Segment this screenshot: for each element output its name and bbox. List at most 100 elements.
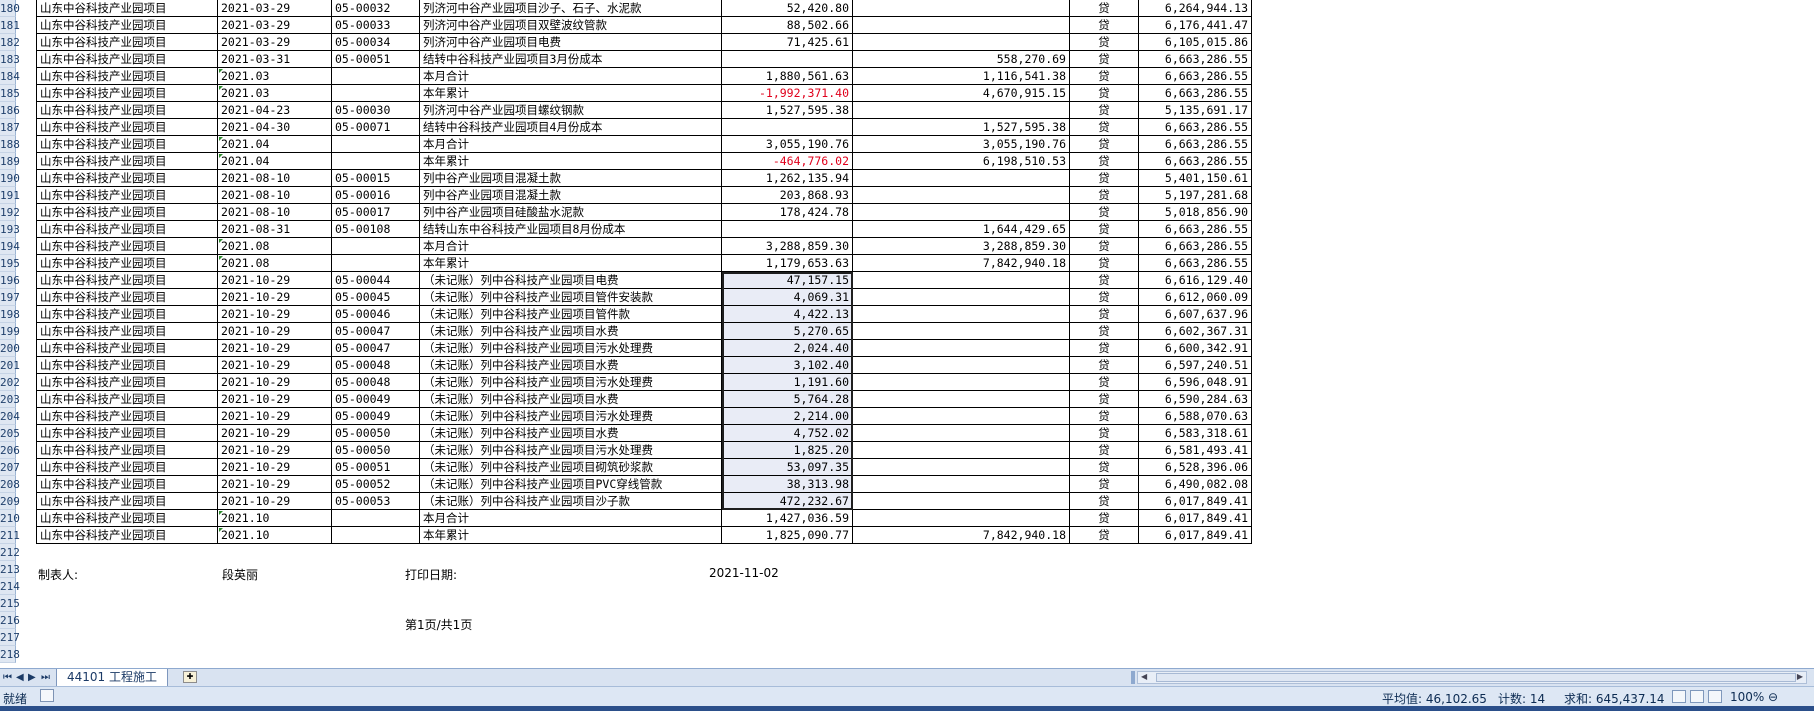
direction-cell[interactable]: 贷 — [1070, 17, 1139, 34]
macro-record-icon[interactable] — [40, 689, 54, 702]
balance-cell[interactable]: 6,663,286.55 — [1139, 85, 1252, 102]
entity-cell[interactable]: 山东中谷科技产业园项目 — [36, 510, 218, 527]
credit-cell[interactable] — [853, 323, 1070, 340]
credit-cell[interactable] — [853, 187, 1070, 204]
debit-cell[interactable]: -1,992,371.40 — [722, 85, 853, 102]
credit-cell[interactable]: 6,198,510.53 — [853, 153, 1070, 170]
row-header[interactable]: 217 — [0, 629, 20, 646]
debit-cell[interactable]: 88,502.66 — [722, 17, 853, 34]
direction-cell[interactable]: 贷 — [1070, 510, 1139, 527]
direction-cell[interactable]: 贷 — [1070, 68, 1139, 85]
entity-cell[interactable]: 山东中谷科技产业园项目 — [36, 0, 218, 17]
voucher-cell[interactable]: 05-00071 — [332, 119, 420, 136]
debit-cell[interactable]: 5,270.65 — [722, 323, 853, 340]
date-cell[interactable]: 2021-03-29 — [218, 17, 332, 34]
voucher-cell[interactable]: 05-00046 — [332, 306, 420, 323]
row-header[interactable]: 183 — [0, 51, 20, 68]
table-row[interactable]: 山东中谷科技产业园项目 2021-10-29 05-00047 （未记账）列中谷科技产… — [16, 340, 1814, 357]
direction-cell[interactable]: 贷 — [1070, 204, 1139, 221]
entity-cell[interactable]: 山东中谷科技产业园项目 — [36, 289, 218, 306]
row-header[interactable]: 185 — [0, 85, 20, 102]
credit-cell[interactable] — [853, 17, 1070, 34]
table-row[interactable]: 山东中谷科技产业园项目 2021-10-29 05-00052 （未记账）列中谷科技产… — [16, 476, 1814, 493]
date-cell[interactable]: 2021-10-29 — [218, 340, 332, 357]
debit-cell[interactable]: 1,191.60 — [722, 374, 853, 391]
entity-cell[interactable]: 山东中谷科技产业园项目 — [36, 493, 218, 510]
direction-cell[interactable]: 贷 — [1070, 527, 1139, 544]
table-row[interactable]: 山东中谷科技产业园项目 2021.03 本年累计 -1,992,371.40 4,670… — [16, 85, 1814, 102]
credit-cell[interactable] — [853, 34, 1070, 51]
direction-cell[interactable]: 贷 — [1070, 493, 1139, 510]
entity-cell[interactable]: 山东中谷科技产业园项目 — [36, 476, 218, 493]
debit-cell[interactable]: 1,527,595.38 — [722, 102, 853, 119]
direction-cell[interactable]: 贷 — [1070, 102, 1139, 119]
date-cell[interactable]: 2021-08-10 — [218, 170, 332, 187]
entity-cell[interactable]: 山东中谷科技产业园项目 — [36, 153, 218, 170]
entity-cell[interactable]: 山东中谷科技产业园项目 — [36, 51, 218, 68]
voucher-cell[interactable]: 05-00053 — [332, 493, 420, 510]
row-header[interactable]: 190 — [0, 170, 20, 187]
date-cell[interactable]: 2021.03 — [218, 68, 332, 85]
summary-cell[interactable]: 本月合计 — [420, 68, 722, 85]
balance-cell[interactable]: 6,663,286.55 — [1139, 119, 1252, 136]
sheet-tab-44101[interactable]: 44101 工程施工 — [56, 669, 168, 687]
row-header[interactable]: 198 — [0, 306, 20, 323]
table-row[interactable]: 山东中谷科技产业园项目 2021-10-29 05-00044 （未记账）列中谷科技产… — [16, 272, 1814, 289]
row-header[interactable]: 208 — [0, 476, 20, 493]
direction-cell[interactable]: 贷 — [1070, 238, 1139, 255]
voucher-cell[interactable]: 05-00030 — [332, 102, 420, 119]
summary-cell[interactable]: （未记账）列中谷科技产业园项目电费 — [420, 272, 722, 289]
row-header[interactable]: 203 — [0, 391, 20, 408]
balance-cell[interactable]: 5,018,856.90 — [1139, 204, 1252, 221]
balance-cell[interactable]: 6,264,944.13 — [1139, 0, 1252, 17]
entity-cell[interactable]: 山东中谷科技产业园项目 — [36, 170, 218, 187]
date-cell[interactable]: 2021-08-10 — [218, 204, 332, 221]
direction-cell[interactable]: 贷 — [1070, 136, 1139, 153]
entity-cell[interactable]: 山东中谷科技产业园项目 — [36, 340, 218, 357]
direction-cell[interactable]: 贷 — [1070, 408, 1139, 425]
row-header[interactable]: 202 — [0, 374, 20, 391]
voucher-cell[interactable] — [332, 255, 420, 272]
insert-sheet-icon[interactable]: ✚ — [183, 671, 197, 683]
debit-cell[interactable]: 3,102.40 — [722, 357, 853, 374]
date-cell[interactable]: 2021-08-10 — [218, 187, 332, 204]
summary-cell[interactable]: （未记账）列中谷科技产业园项目污水处理费 — [420, 442, 722, 459]
table-row[interactable]: 山东中谷科技产业园项目 2021-10-29 05-00049 （未记账）列中谷科技产… — [16, 391, 1814, 408]
voucher-cell[interactable] — [332, 153, 420, 170]
debit-cell[interactable]: 203,868.93 — [722, 187, 853, 204]
balance-cell[interactable]: 5,135,691.17 — [1139, 102, 1252, 119]
balance-cell[interactable]: 6,581,493.41 — [1139, 442, 1252, 459]
summary-cell[interactable]: （未记账）列中谷科技产业园项目沙子款 — [420, 493, 722, 510]
debit-cell[interactable]: 71,425.61 — [722, 34, 853, 51]
date-cell[interactable]: 2021-03-29 — [218, 34, 332, 51]
credit-cell[interactable] — [853, 408, 1070, 425]
summary-cell[interactable]: 结转中谷科技产业园项目4月份成本 — [420, 119, 722, 136]
date-cell[interactable]: 2021.08 — [218, 255, 332, 272]
balance-cell[interactable]: 6,105,015.86 — [1139, 34, 1252, 51]
table-row[interactable]: 山东中谷科技产业园项目 2021-10-29 05-00051 （未记账）列中谷科技产… — [16, 459, 1814, 476]
row-header[interactable]: 210 — [0, 510, 20, 527]
balance-cell[interactable]: 6,017,849.41 — [1139, 493, 1252, 510]
date-cell[interactable]: 2021-10-29 — [218, 323, 332, 340]
row-header[interactable]: 207 — [0, 459, 20, 476]
debit-cell[interactable]: 1,427,036.59 — [722, 510, 853, 527]
table-row[interactable]: 山东中谷科技产业园项目 2021.10 本月合计 1,427,036.59 贷 6,017… — [16, 510, 1814, 527]
balance-cell[interactable]: 6,583,318.61 — [1139, 425, 1252, 442]
date-cell[interactable]: 2021-10-29 — [218, 357, 332, 374]
balance-cell[interactable]: 6,590,284.63 — [1139, 391, 1252, 408]
row-header[interactable]: 215 — [0, 595, 20, 612]
summary-cell[interactable]: 本年累计 — [420, 153, 722, 170]
balance-cell[interactable]: 6,663,286.55 — [1139, 68, 1252, 85]
balance-cell[interactable]: 5,197,281.68 — [1139, 187, 1252, 204]
table-row[interactable]: 山东中谷科技产业园项目 2021-03-31 05-00051 结转中谷科技产业园项目… — [16, 51, 1814, 68]
debit-cell[interactable]: 53,097.35 — [722, 459, 853, 476]
voucher-cell[interactable]: 05-00044 — [332, 272, 420, 289]
voucher-cell[interactable]: 05-00051 — [332, 459, 420, 476]
voucher-cell[interactable] — [332, 85, 420, 102]
summary-cell[interactable]: （未记账）列中谷科技产业园项目水费 — [420, 357, 722, 374]
credit-cell[interactable] — [853, 0, 1070, 17]
balance-cell[interactable]: 6,017,849.41 — [1139, 527, 1252, 544]
entity-cell[interactable]: 山东中谷科技产业园项目 — [36, 323, 218, 340]
row-header[interactable]: 211 — [0, 527, 20, 544]
credit-cell[interactable]: 1,116,541.38 — [853, 68, 1070, 85]
